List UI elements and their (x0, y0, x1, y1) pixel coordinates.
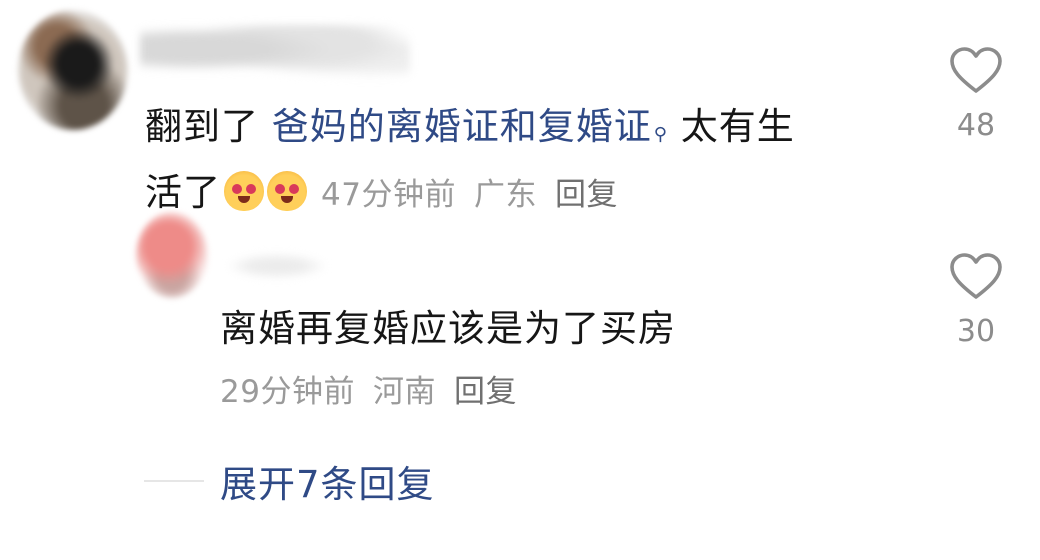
user-avatar[interactable] (18, 10, 128, 130)
reply-button[interactable]: 回复 (454, 374, 517, 410)
comment-time: 29分钟前 (220, 374, 355, 410)
heart-outline-icon[interactable] (949, 46, 1003, 96)
like-count: 48 (956, 108, 996, 143)
comment-text-prefix: 翻到了 (145, 105, 272, 148)
search-keyword-link[interactable]: 爸妈的离婚证和复婚证 (272, 105, 652, 148)
like-button[interactable]: 48 (936, 46, 1016, 143)
comment-text-suffix: 太有生 (667, 105, 795, 148)
reply-comment-body[interactable]: 离婚再复婚应该是为了买房 (220, 300, 820, 358)
reply-username-obscured[interactable] (222, 252, 332, 280)
comment-thread: 翻到了 爸妈的离婚证和复婚证 ⚲ 太有生 活了 47分钟前 广东 回复 48 离婚再复婚… (0, 0, 1040, 560)
expand-replies-button[interactable]: 展开7条回复 (220, 454, 435, 508)
reply-comment-meta: 29分钟前 河南 回复 (220, 366, 535, 411)
comment-text-line2: 活了 (145, 171, 221, 214)
smile-emoji-icon (224, 171, 264, 211)
comment-location: 河南 (372, 374, 436, 410)
like-button[interactable]: 30 (936, 252, 1016, 349)
comment-time: 47分钟前 (321, 177, 456, 213)
expand-replies-row[interactable]: 展开7条回复 (144, 456, 435, 506)
expand-divider (144, 480, 204, 482)
reply-button[interactable]: 回复 (555, 177, 618, 213)
comment-meta: 47分钟前 广东 回复 (321, 177, 636, 213)
smile-emoji-icon (267, 171, 307, 211)
comment-location: 广东 (473, 177, 537, 213)
reply-user-avatar[interactable] (136, 212, 208, 298)
like-count: 30 (956, 314, 996, 349)
comment-body[interactable]: 翻到了 爸妈的离婚证和复婚证 ⚲ 太有生 活了 47分钟前 广东 回复 (145, 98, 905, 224)
heart-outline-icon[interactable] (949, 252, 1003, 302)
username-obscured[interactable] (140, 25, 410, 85)
search-icon[interactable]: ⚲ (654, 106, 668, 164)
